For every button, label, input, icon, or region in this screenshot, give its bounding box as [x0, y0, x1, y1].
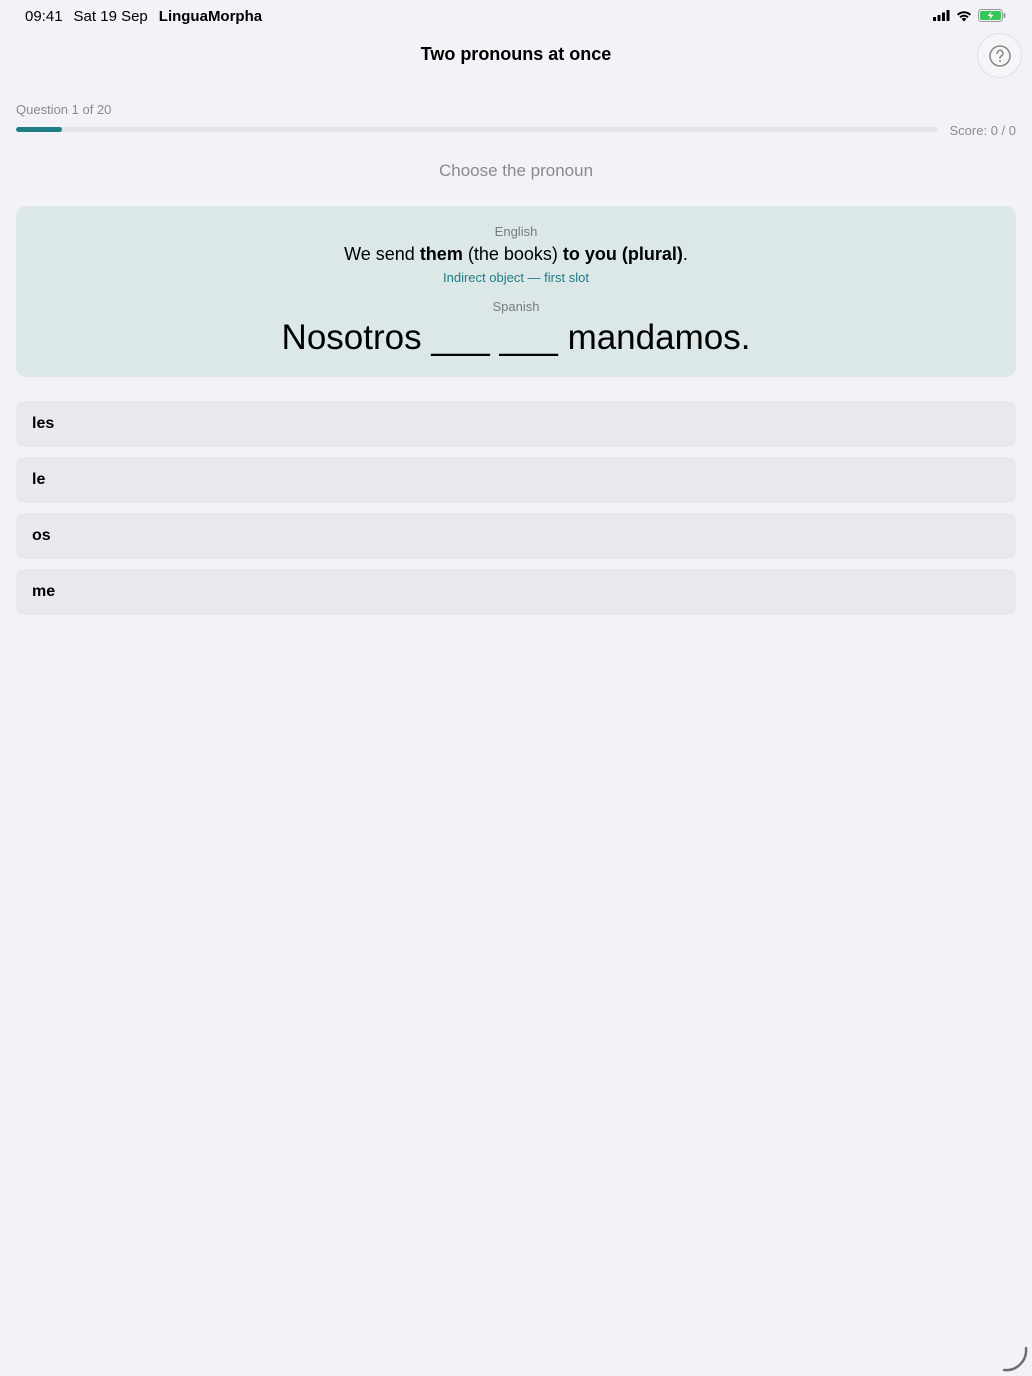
- score-label: Score: 0 / 0: [949, 123, 1016, 138]
- sentence-card: English We send them (the books) to you …: [16, 206, 1016, 377]
- wifi-icon: [957, 10, 971, 21]
- english-label: English: [494, 224, 538, 239]
- answer-options: les le os me: [16, 401, 1016, 625]
- status-app-name: LinguaMorpha: [158, 7, 263, 25]
- navigation-bar: Two pronouns at once: [0, 33, 1032, 78]
- slot-hint: Indirect object — first slot: [443, 270, 589, 285]
- english-sentence-part: (the books): [462, 244, 563, 264]
- status-icons: [933, 9, 1006, 22]
- english-sentence-emphasis: them: [419, 244, 463, 264]
- spanish-label: Spanish: [492, 299, 540, 314]
- question-prompt: Choose the pronoun: [438, 161, 594, 180]
- help-button[interactable]: [977, 33, 1022, 78]
- answer-option[interactable]: le: [16, 457, 1016, 503]
- question-counter: Question 1 of 20: [16, 102, 112, 117]
- english-sentence-part: We send: [344, 244, 420, 264]
- english-sentence-emphasis: to you (plural): [562, 244, 683, 264]
- battery-charging-icon: [978, 9, 1006, 22]
- answer-option[interactable]: os: [16, 513, 1016, 559]
- progress-bar-fill: [16, 127, 63, 132]
- status-date: Sat 19 Sep: [73, 7, 148, 25]
- english-sentence: We send them (the books) to you (plural)…: [16, 244, 1016, 265]
- page-title: Two pronouns at once: [420, 44, 612, 64]
- cellular-signal-icon: [933, 10, 950, 21]
- answer-option[interactable]: les: [16, 401, 1016, 447]
- english-sentence-part: .: [682, 244, 688, 264]
- status-bar: 09:41 Sat 19 Sep LinguaMorpha: [0, 0, 1032, 32]
- answer-option[interactable]: me: [16, 569, 1016, 615]
- resize-handle-icon: [1002, 1346, 1028, 1372]
- question-circle-icon: [988, 44, 1011, 67]
- spanish-sentence: Nosotros ___ ___ mandamos.: [281, 318, 751, 357]
- progress-bar: [16, 127, 938, 132]
- status-time: 09:41: [25, 7, 63, 25]
